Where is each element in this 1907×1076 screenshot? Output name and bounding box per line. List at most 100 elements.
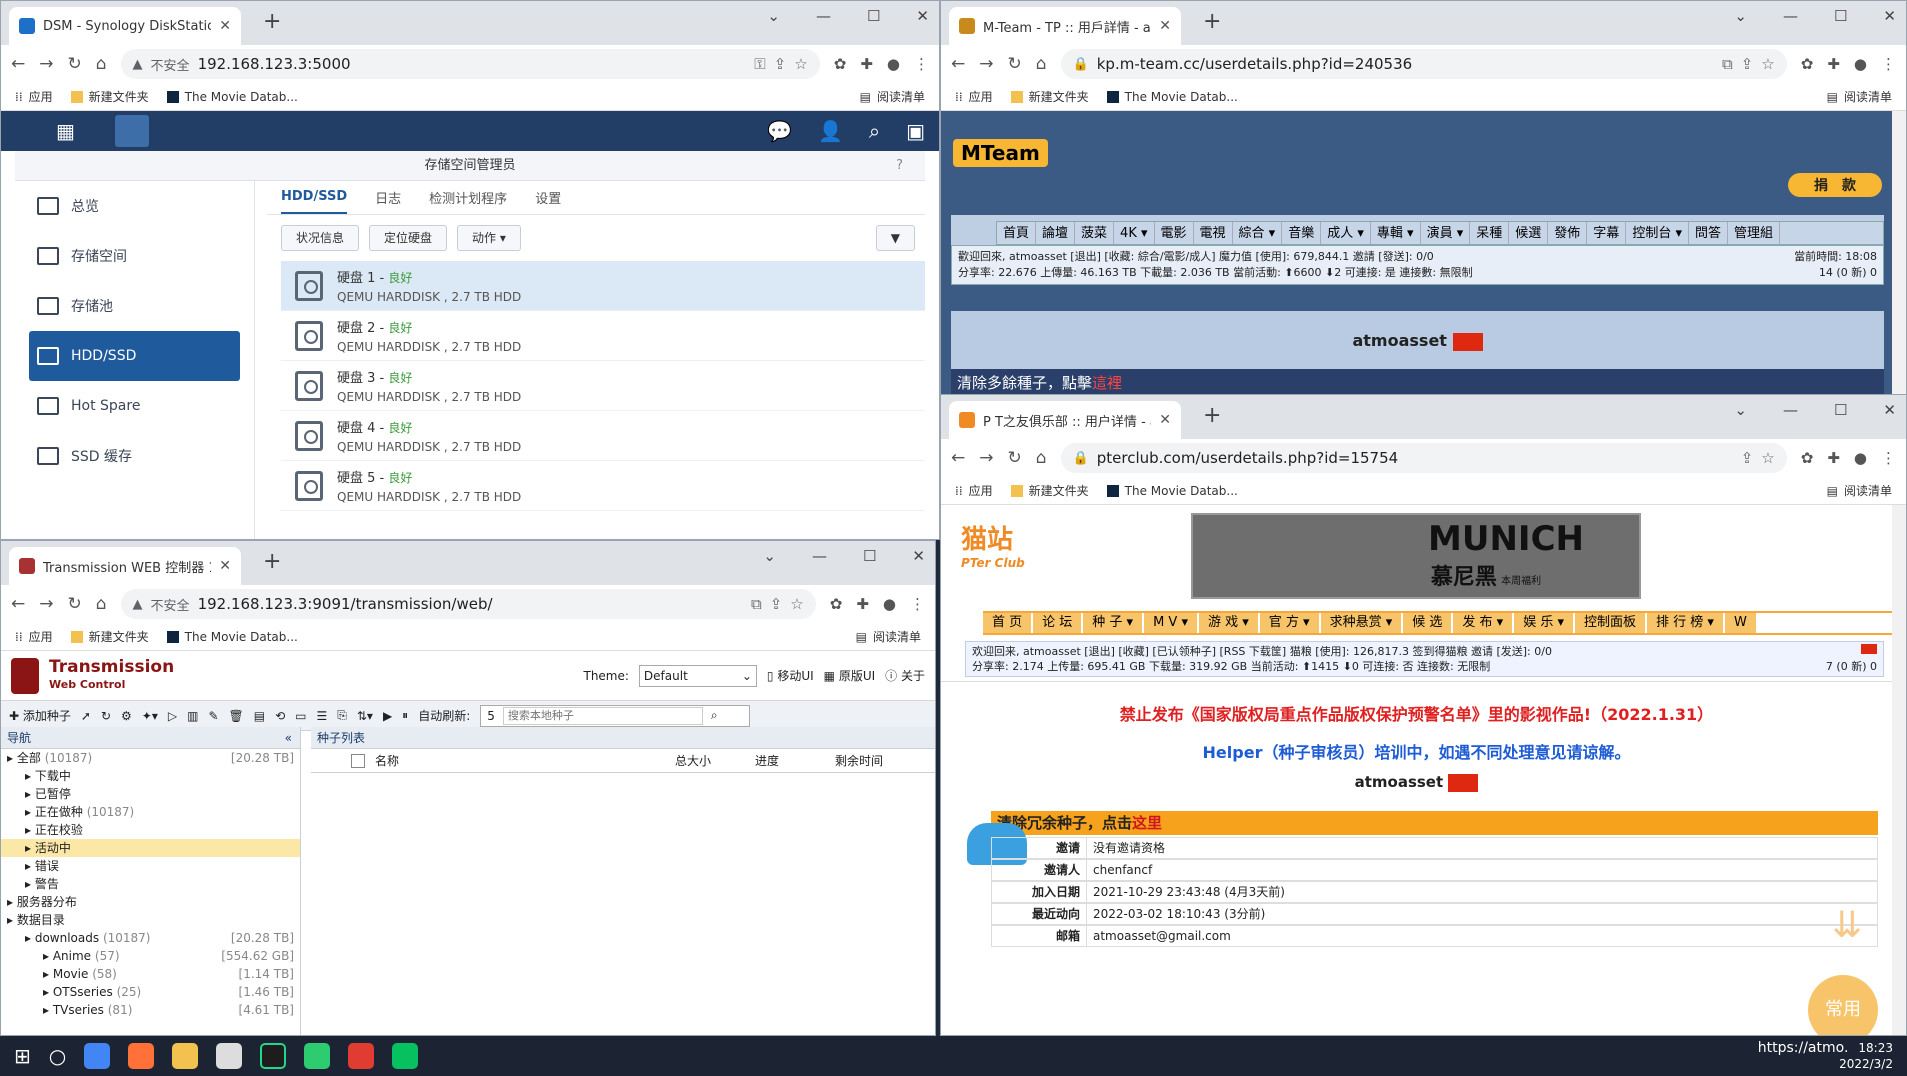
address-bar[interactable]: ▲ 不安全 192.168.123.3:9091/transmission/we…	[120, 589, 816, 619]
tree-item[interactable]: ▸ 正在校验	[1, 821, 300, 839]
reload-icon[interactable]: ↻	[1008, 448, 1022, 468]
tree-item[interactable]: ▸ 服务器分布	[1, 893, 300, 911]
theme-select[interactable]: Default ⌄	[638, 664, 757, 687]
share-icon[interactable]: ⇪	[770, 595, 783, 613]
tree-item[interactable]: ▸ TVseries (81) [4.61 TB]	[1, 1001, 300, 1019]
menu-item[interactable]: 娱 乐 ▾	[1514, 613, 1573, 633]
tree-item[interactable]: ▸ downloads (10187) [20.28 TB]	[1, 929, 300, 947]
windows-start-icon[interactable]: ⊞	[14, 1044, 31, 1068]
clock[interactable]: https://atmo. 18:23 2022/3/2	[1758, 1040, 1893, 1072]
star-icon[interactable]: ☆	[794, 55, 807, 73]
scrollbar[interactable]	[1892, 111, 1906, 399]
menu-item[interactable]: 发 布 ▾	[1453, 613, 1513, 633]
search-input[interactable]	[502, 706, 703, 725]
menu-item[interactable]: 候選	[1509, 222, 1549, 244]
pause-icon[interactable]: ▥	[187, 709, 198, 723]
select-all-checkbox[interactable]	[351, 753, 365, 768]
forward-icon[interactable]: →	[39, 54, 53, 74]
bookmark-folder[interactable]: 新建文件夹	[1010, 482, 1089, 499]
sidebar-item-hot-spare[interactable]: Hot Spare	[29, 381, 240, 431]
menu-item[interactable]: 演員 ▾	[1421, 222, 1471, 244]
minimize-icon[interactable]: ⌄	[767, 7, 780, 25]
donate-button[interactable]: 捐 款	[1788, 173, 1882, 197]
menu-item[interactable]: 首 页	[983, 613, 1032, 633]
locate-disk-button[interactable]: 定位硬盘	[369, 225, 448, 251]
menu-item[interactable]: 论 坛	[1033, 613, 1082, 633]
home-icon[interactable]: ⌂	[96, 54, 107, 74]
bookmark-apps[interactable]: ⁞⁞ 应用	[955, 88, 993, 105]
puzzle-icon[interactable]: ✚	[1827, 449, 1840, 467]
sidebar-item-hdd-ssd[interactable]: HDD/SSD	[29, 331, 240, 381]
refresh-icon[interactable]: ↻	[101, 709, 111, 723]
close-icon[interactable]: ✕	[1883, 7, 1896, 25]
profile-avatar-icon[interactable]: ●	[883, 595, 896, 613]
new-tab-icon[interactable]: +	[263, 9, 281, 34]
maximize-icon[interactable]: ☐	[1834, 7, 1847, 25]
delete-icon[interactable]: 🗑	[229, 709, 244, 723]
menu-item[interactable]: 問答	[1689, 222, 1728, 244]
close-tab-icon[interactable]: ✕	[219, 18, 231, 34]
start-all-icon[interactable]: ▶	[383, 709, 392, 723]
home-icon[interactable]: ⌂	[1036, 448, 1047, 468]
bookmark-tmdb[interactable]: The Movie Datab...	[1106, 90, 1238, 104]
play-icon[interactable]	[304, 1043, 331, 1069]
tree-item[interactable]: ▸ 活动中	[1, 839, 300, 857]
menu-item[interactable]: 專輯 ▾	[1371, 222, 1421, 244]
sidebar-item-overview[interactable]: 总览	[29, 181, 240, 231]
menu-item[interactable]: 首頁	[997, 222, 1037, 244]
close-icon[interactable]: ✕	[912, 547, 925, 565]
close-tab-icon[interactable]: ✕	[219, 558, 231, 574]
message-count[interactable]: 7 (0 新) 0	[1826, 659, 1877, 674]
rocket-icon[interactable]: ➚	[81, 709, 91, 723]
explorer-icon[interactable]	[172, 1043, 199, 1069]
common-button[interactable]: 常用	[1808, 975, 1878, 1035]
menu-icon[interactable]: ⋮	[910, 595, 925, 613]
minimize-icon[interactable]: —	[812, 547, 827, 565]
mail-icon[interactable]	[216, 1043, 243, 1069]
address-bar[interactable]: ▲ 不安全 192.168.123.3:5000 ⚿ ⇪ ☆	[120, 49, 820, 79]
home-icon[interactable]: ⌂	[96, 594, 107, 614]
bookmark-folder[interactable]: 新建文件夹	[70, 628, 149, 645]
menu-item[interactable]: 官 方 ▾	[1259, 613, 1319, 633]
list-item[interactable]: 硬盘 5 - 良好 QEMU HARDDISK , 2.7 TB HDD	[281, 461, 925, 511]
tab-transmission[interactable]: Transmission WEB 控制器 1.6.1 ✕	[9, 547, 241, 585]
menu-item[interactable]: 种 子 ▾	[1083, 613, 1143, 633]
search-icon[interactable]: ○	[49, 1044, 66, 1068]
menu-item[interactable]: 候 选	[1403, 613, 1452, 633]
tab-hdd-ssd[interactable]: HDD/SSD	[281, 181, 348, 214]
profile-avatar-icon[interactable]: ●	[1854, 55, 1867, 73]
menu-item[interactable]: 排 行 榜 ▾	[1647, 613, 1723, 633]
extension-icon[interactable]: ✿	[834, 55, 847, 73]
puzzle-icon[interactable]: ✚	[860, 55, 873, 73]
extension-icon[interactable]: ✿	[830, 595, 843, 613]
tree-item[interactable]: ▸ 下载中	[1, 767, 300, 785]
tab-schedule[interactable]: 检测计划程序	[429, 188, 507, 207]
key-icon[interactable]: ⚿	[754, 55, 765, 73]
add-torrent-button[interactable]: ✚ 添加种子	[9, 707, 71, 724]
auto-refresh-input[interactable]: 5 ⌕	[480, 704, 751, 727]
search-icon[interactable]: ⌕	[711, 708, 718, 723]
move-icon[interactable]: ▭	[295, 709, 306, 723]
forward-icon[interactable]: →	[979, 54, 993, 74]
storage-manager-taskbar-icon[interactable]	[114, 115, 149, 147]
minimize-icon[interactable]: —	[1783, 7, 1798, 25]
back-icon[interactable]: ←	[951, 448, 965, 468]
tracker-icon[interactable]: ⟲	[275, 709, 285, 723]
new-tab-icon[interactable]: +	[1203, 403, 1221, 428]
tab-log[interactable]: 日志	[375, 188, 401, 207]
start-icon[interactable]: ▷	[168, 709, 177, 723]
original-ui-link[interactable]: ▦ 原版UI	[824, 667, 875, 684]
tree-item[interactable]: ▸ 正在做种 (10187)	[1, 803, 300, 821]
list-item[interactable]: 硬盘 3 - 良好 QEMU HARDDISK , 2.7 TB HDD	[281, 361, 925, 411]
menu-item[interactable]: 呆種	[1470, 222, 1510, 244]
share-icon[interactable]: ⇪	[1741, 55, 1754, 73]
new-tab-icon[interactable]: +	[1203, 9, 1221, 34]
pycharm-icon[interactable]	[260, 1043, 287, 1069]
notification-icon[interactable]: 💬	[767, 119, 792, 143]
maximize-icon[interactable]: ☐	[1834, 401, 1847, 419]
menu-item[interactable]: W	[1724, 613, 1756, 633]
menu-item[interactable]: 音樂	[1282, 222, 1322, 244]
close-icon[interactable]: ✕	[1883, 401, 1896, 419]
menu-item[interactable]: 控制面板	[1574, 613, 1645, 633]
column-size[interactable]: 总大小	[675, 752, 745, 769]
